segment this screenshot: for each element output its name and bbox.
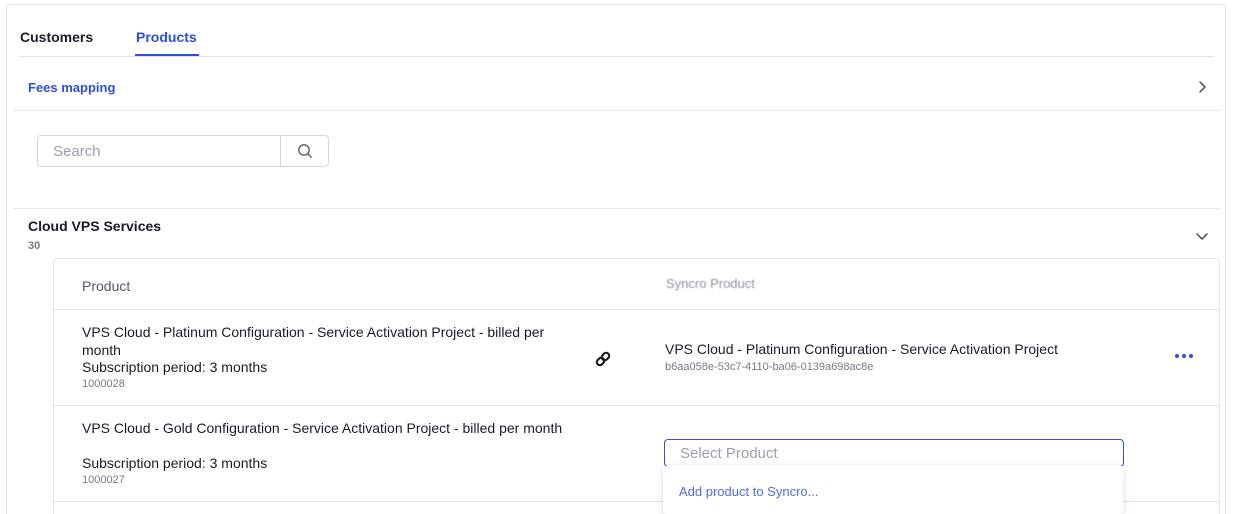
chevron-down-icon	[1196, 233, 1208, 240]
select-product-input[interactable]	[664, 439, 1124, 467]
search-box	[37, 135, 329, 167]
product-id: 1000027	[82, 474, 125, 486]
tab-customers[interactable]: Customers	[20, 29, 93, 45]
mapped-syncro-product-id: b6aa058e-53c7-4110-ba06-0139a698ac8e	[665, 361, 874, 373]
tab-bar: Customers Products	[19, 5, 1215, 57]
more-options-button[interactable]	[1175, 350, 1193, 362]
active-tab-indicator	[135, 54, 199, 56]
group-count: 30	[28, 240, 41, 252]
add-product-to-syncro-option[interactable]: Add product to Syncro...	[679, 484, 818, 499]
more-dot	[1182, 354, 1186, 358]
fees-mapping-label: Fees mapping	[28, 80, 116, 95]
table-header: Product Syncro Product	[54, 259, 1219, 310]
product-name: VPS Cloud - Platinum Configuration - Ser…	[82, 324, 545, 358]
group-title: Cloud VPS Services	[28, 218, 162, 234]
link-icon	[595, 351, 611, 367]
search-icon	[297, 144, 312, 158]
more-dot	[1189, 354, 1193, 358]
fees-mapping-row[interactable]: Fees mapping	[13, 63, 1221, 111]
column-header-product: Product	[82, 278, 131, 294]
mapped-syncro-product-name: VPS Cloud - Platinum Configuration - Ser…	[665, 341, 1058, 357]
chevron-right-icon	[1199, 81, 1206, 93]
more-horizontal-icon	[1175, 354, 1179, 358]
product-group-header[interactable]: Cloud VPS Services 30	[13, 208, 1221, 258]
search-button[interactable]	[280, 136, 328, 166]
select-product-dropdown: Add product to Syncro...	[663, 466, 1123, 514]
table-row: VPS Cloud - Platinum Configuration - Ser…	[54, 310, 1219, 406]
product-id: 1000028	[82, 378, 125, 390]
subscription-period: Subscription period: 3 months	[82, 455, 268, 471]
tab-products[interactable]: Products	[136, 29, 197, 45]
search-input[interactable]	[38, 136, 280, 166]
integration-panel: Customers Products Fees mapping Cloud VP…	[6, 4, 1226, 514]
column-header-syncro-product: Syncro Product	[666, 276, 755, 291]
product-name: VPS Cloud - Gold Configuration - Service…	[82, 420, 563, 436]
subscription-period: Subscription period: 3 months	[82, 359, 268, 375]
